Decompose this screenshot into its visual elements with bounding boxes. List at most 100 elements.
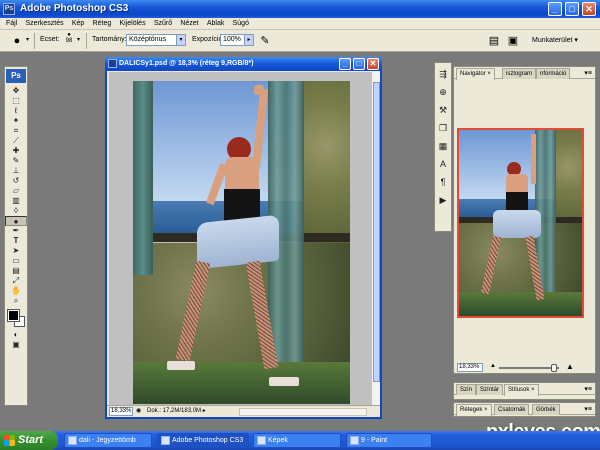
close-button[interactable]: ✕ (582, 2, 596, 16)
tool-presets-icon[interactable]: ⚒ (435, 103, 451, 117)
history-icon[interactable]: ▦ (435, 139, 451, 153)
exposure-input[interactable]: 100% ▸ (220, 34, 254, 46)
layer-comps-icon[interactable]: ❐ (435, 121, 451, 135)
horizontal-scrollbar[interactable] (239, 408, 367, 416)
app-titlebar: Ps Adobe Photoshop CS3 _ □ ✕ (0, 0, 600, 18)
panel-menu-icon[interactable]: ▾≡ (584, 69, 592, 77)
printer-icon[interactable]: ▣ (506, 34, 520, 48)
menu-help[interactable]: Súgó (230, 19, 252, 27)
tab-info[interactable]: nformáció (536, 68, 571, 79)
history-brush-tool-icon[interactable]: ↺ (5, 176, 27, 186)
zoom-slider-knob[interactable] (551, 364, 557, 372)
airbrush-icon[interactable]: ✎ (258, 34, 272, 48)
shape-tool-icon[interactable]: ▭ (5, 256, 27, 266)
screen-mode-icon[interactable]: ▣ (5, 340, 27, 350)
move-tool-icon[interactable]: ✥ (5, 86, 27, 96)
navigator-preview[interactable] (457, 128, 584, 318)
type-tool-icon[interactable]: T (5, 236, 27, 246)
menu-file[interactable]: Fájl (0, 19, 20, 27)
brush-size: 98 (65, 38, 73, 44)
actions-panel-icon[interactable]: ▶ (435, 193, 451, 207)
status-menu-icon[interactable]: ◉ (136, 406, 141, 417)
doc-close-button[interactable]: ✕ (367, 58, 379, 70)
blur-tool-icon[interactable]: ◊ (5, 206, 27, 216)
dodge-tool-icon[interactable]: ● (5, 216, 27, 226)
panel-menu-icon[interactable]: ▾≡ (584, 385, 592, 393)
start-button[interactable]: Start (0, 431, 58, 450)
tab-swatches[interactable]: Színtár (476, 384, 504, 395)
gradient-tool-icon[interactable]: ▥ (5, 196, 27, 206)
doc-info[interactable]: Dok.: 17,2M/183,0M ▸ (147, 406, 206, 417)
workspace-menu[interactable]: Munkaterület ▾ (532, 36, 578, 44)
doc-minimize-button[interactable]: _ (339, 58, 351, 70)
paint-icon (350, 436, 359, 445)
doc-maximize-button[interactable]: □ (353, 58, 365, 70)
maximize-button[interactable]: □ (565, 2, 579, 16)
eraser-tool-icon[interactable]: ▱ (5, 186, 27, 196)
tab-histogram[interactable]: isztogram (502, 68, 537, 79)
layers-tabs: Rétegek × Csatornák Görbék ▾≡ (454, 403, 595, 416)
taskbar-item-photoshop[interactable]: Adobe Photoshop CS3 (157, 433, 249, 448)
tab-color[interactable]: Szín (456, 384, 477, 395)
healing-brush-tool-icon[interactable]: ✚ (5, 146, 27, 156)
hand-tool-icon[interactable]: ✋ (5, 286, 27, 296)
range-select[interactable]: Középtónus ▾ (126, 34, 186, 46)
menu-layer[interactable]: Réteg (90, 19, 115, 27)
crop-tool-icon[interactable]: ⌗ (5, 126, 27, 136)
close-icon[interactable]: × (531, 387, 535, 393)
menu-edit[interactable]: Szerkesztés (23, 19, 67, 27)
menu-window[interactable]: Ablak (204, 19, 228, 27)
paragraph-panel-icon[interactable]: ¶ (435, 175, 451, 189)
panel-dock: ⇶ ⊕ ⚒ ❐ ▦ A ¶ ▶ (434, 62, 452, 232)
clone-stamp-tool-icon[interactable]: ⊥ (5, 166, 27, 176)
vertical-scrollbar[interactable] (371, 72, 380, 405)
marquee-tool-icon[interactable]: ⬚ (5, 96, 27, 106)
document-titlebar[interactable]: DALICSy1.psd @ 18,3% (réteg 9,RGB/8*) _ … (105, 57, 382, 71)
close-icon[interactable]: × (484, 407, 488, 413)
palette-well-icon[interactable]: ▤ (487, 34, 501, 48)
panel-menu-icon[interactable]: ▾≡ (584, 405, 592, 413)
character-panel-icon[interactable]: A (435, 157, 451, 171)
magic-wand-tool-icon[interactable]: ✦ (5, 116, 27, 126)
separator (86, 33, 87, 49)
document-image[interactable] (133, 81, 350, 404)
brush-dropdown-icon[interactable]: ▾ (77, 36, 80, 43)
path-selection-tool-icon[interactable]: ➤ (5, 246, 27, 256)
notes-tool-icon[interactable]: ▤ (5, 266, 27, 276)
foreground-color-swatch[interactable] (7, 309, 20, 322)
menu-view[interactable]: Nézet (177, 19, 201, 27)
close-icon[interactable]: × (487, 71, 491, 77)
tab-curves[interactable]: Görbék (532, 404, 560, 415)
zoom-out-icon[interactable]: ▲ (490, 363, 496, 369)
brush-tool-icon[interactable]: ✎ (5, 156, 27, 166)
brush-preview[interactable]: ● 98 (64, 32, 74, 44)
eyedropper-tool-icon[interactable]: ⤢ (5, 276, 27, 286)
tab-navigator[interactable]: Navigátor × (456, 68, 495, 80)
scrollbar-thumb[interactable] (373, 82, 380, 382)
dodge-tool-icon[interactable]: ● (10, 34, 24, 48)
doc-zoom-input[interactable]: 18,33% (109, 407, 133, 416)
quick-mask-icon[interactable]: ◐ (5, 330, 27, 340)
canvas-area[interactable] (109, 72, 372, 405)
color-swatches[interactable] (5, 306, 27, 330)
tab-styles[interactable]: Stílusok × (504, 384, 539, 396)
tab-channels[interactable]: Csatornák (494, 404, 530, 415)
taskbar-item-paint[interactable]: 9 - Paint (346, 433, 432, 448)
zoom-slider[interactable] (499, 364, 559, 372)
tool-preset-dropdown-icon[interactable]: ▾ (26, 36, 29, 43)
tab-layers[interactable]: Rétegek × (456, 404, 492, 416)
zoom-tool-icon[interactable]: ⌕ (5, 296, 27, 306)
taskbar-item-pictures[interactable]: Képek (253, 433, 341, 448)
brushes-panel-icon[interactable]: ⇶ (435, 67, 451, 81)
menu-filter[interactable]: Szűrő (151, 19, 175, 27)
menu-select[interactable]: Kijelölés (117, 19, 149, 27)
taskbar-item-notepad[interactable]: dali - Jegyzettömb (64, 433, 152, 448)
navigator-zoom-input[interactable]: 18,33% (457, 363, 483, 372)
menu-image[interactable]: Kép (69, 19, 87, 27)
minimize-button[interactable]: _ (548, 2, 562, 16)
zoom-in-icon[interactable]: ▲ (566, 362, 574, 371)
clone-source-icon[interactable]: ⊕ (435, 85, 451, 99)
slice-tool-icon[interactable]: ⟋ (5, 136, 27, 146)
lasso-tool-icon[interactable]: ℓ (5, 106, 27, 116)
pen-tool-icon[interactable]: ✒ (5, 226, 27, 236)
